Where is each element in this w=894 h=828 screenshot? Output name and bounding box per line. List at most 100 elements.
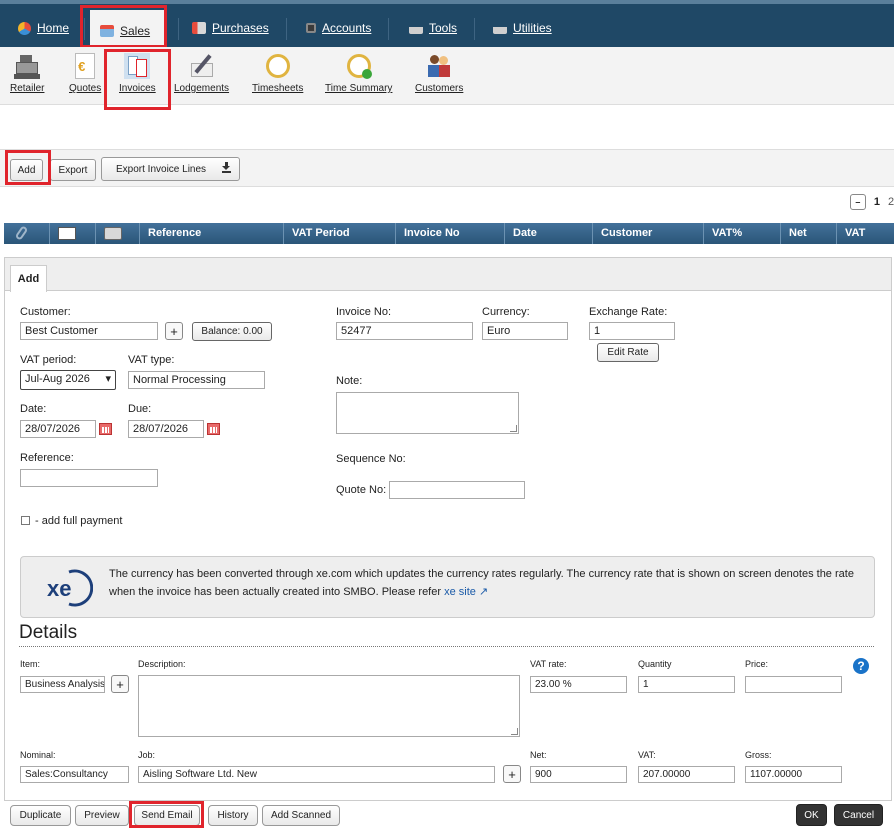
ribbon-invoices[interactable]: Invoices (119, 53, 156, 94)
add-job-button[interactable]: + (503, 765, 521, 783)
currency-input[interactable]: Euro (482, 322, 568, 340)
quantity-input[interactable]: 1 (638, 676, 735, 693)
vat-amount-input[interactable]: 207.00000 (638, 766, 735, 783)
collapse-button[interactable]: – (849, 194, 866, 210)
send-email-button[interactable]: Send Email (134, 805, 200, 826)
price-input[interactable] (745, 676, 842, 693)
ribbon-label: Customers (415, 83, 464, 94)
customer-input[interactable]: Best Customer (20, 322, 158, 340)
ribbon-quotes[interactable]: € Quotes (69, 53, 101, 94)
download-icon (222, 162, 231, 173)
invoice-grid-header: Reference VAT Period Invoice No Date Cus… (4, 223, 894, 244)
purchases-icon (192, 22, 206, 34)
nav-tab-label: Home (37, 21, 70, 35)
xe-site-link-label: xe site (444, 586, 476, 598)
item-input[interactable]: Business Analysis (20, 676, 105, 693)
ribbon-label: Retailer (10, 83, 45, 94)
full-payment-label: - add full payment (35, 515, 123, 527)
export-invoice-lines-button[interactable]: Export Invoice Lines (101, 157, 240, 181)
full-payment-checkbox[interactable] (21, 516, 30, 525)
customer-label: Customer: (20, 306, 71, 318)
sales-ribbon: Retailer € Quotes Invoices Lodgements Ti… (0, 47, 894, 105)
list-toolbar: Add Export Export Invoice Lines (0, 149, 894, 187)
nav-tab-accounts[interactable]: Accounts (296, 10, 381, 46)
cancel-button[interactable]: Cancel (834, 804, 883, 826)
clock-summary-icon (346, 53, 372, 79)
help-icon[interactable]: ? (853, 658, 869, 674)
description-textarea[interactable] (138, 675, 520, 737)
nav-tab-label: Utilities (513, 21, 552, 35)
attachment-column[interactable] (4, 223, 49, 244)
nav-tab-home[interactable]: Home (8, 10, 79, 46)
nav-tab-label: Sales (120, 23, 151, 38)
add-customer-button[interactable]: + (165, 322, 183, 340)
invoice-no-input[interactable]: 52477 (336, 322, 473, 340)
column-net[interactable]: Net (780, 223, 836, 244)
column-reference[interactable]: Reference (139, 223, 283, 244)
ribbon-customers[interactable]: Customers (415, 53, 463, 94)
clock-icon (265, 53, 291, 79)
column-invoice-no[interactable]: Invoice No (395, 223, 504, 244)
history-button[interactable]: History (208, 805, 258, 826)
edit-rate-button[interactable]: Edit Rate (597, 343, 659, 362)
net-input[interactable]: 900 (530, 766, 627, 783)
ribbon-label: Time Summary (325, 83, 393, 94)
price-label: Price: (745, 659, 769, 669)
column-customer[interactable]: Customer (592, 223, 703, 244)
nav-tab-purchases[interactable]: Purchases (182, 10, 279, 46)
sales-icon (100, 24, 114, 37)
vat-period-select[interactable]: Jul-Aug 2026 ▾ (20, 370, 116, 390)
column-vat[interactable]: VAT (836, 223, 894, 244)
email-column[interactable] (49, 223, 95, 244)
nominal-input[interactable]: Sales:Consultancy (20, 766, 129, 783)
export-button[interactable]: Export (50, 159, 96, 181)
date-label: Date: (20, 403, 47, 415)
add-item-button[interactable]: + (111, 675, 129, 693)
vat-type-input[interactable]: Normal Processing (128, 371, 265, 389)
ribbon-label: Timesheets (252, 83, 304, 94)
due-date-input[interactable]: 28/07/2026 (128, 420, 204, 438)
vat-rate-input[interactable]: 23.00 % (530, 676, 627, 693)
due-label: Due: (128, 403, 152, 415)
ribbon-lodgements[interactable]: Lodgements (174, 53, 229, 94)
paperclip-icon (14, 225, 29, 241)
invoice-no-label: Invoice No: (336, 306, 392, 318)
preview-button[interactable]: Preview (75, 805, 129, 826)
date-input[interactable]: 28/07/2026 (20, 420, 96, 438)
column-vat-percent[interactable]: VAT% (703, 223, 780, 244)
duplicate-button[interactable]: Duplicate (10, 805, 71, 826)
reference-input[interactable] (20, 469, 158, 487)
nav-tab-utilities[interactable]: Utilities (483, 10, 562, 46)
balance-button[interactable]: Balance: 0.00 (192, 322, 272, 341)
quote-no-label: Quote No: (336, 484, 387, 496)
column-vat-period[interactable]: VAT Period (283, 223, 395, 244)
xe-site-link[interactable]: xe site ↗ (444, 586, 488, 598)
gross-input[interactable]: 1107.00000 (745, 766, 842, 783)
page-next[interactable]: 2 (888, 196, 894, 208)
calendar-icon[interactable] (99, 423, 112, 435)
exchange-rate-input[interactable]: 1 (589, 322, 675, 340)
column-date[interactable]: Date (504, 223, 592, 244)
page-current[interactable]: 1 (874, 196, 880, 208)
ribbon-time-summary[interactable]: Time Summary (325, 53, 392, 94)
tab-add[interactable]: Add (10, 265, 47, 292)
ok-button[interactable]: OK (796, 804, 827, 826)
note-label: Note: (336, 375, 363, 387)
ribbon-retailer[interactable]: Retailer (10, 53, 44, 94)
calendar-icon[interactable] (207, 423, 220, 435)
envelope-icon (58, 227, 76, 240)
description-label: Description: (138, 659, 186, 669)
add-scanned-button[interactable]: Add Scanned (262, 805, 340, 826)
quote-no-input[interactable] (389, 481, 525, 499)
nav-tab-sales[interactable]: Sales (90, 10, 166, 51)
net-label: Net: (530, 750, 547, 760)
note-textarea[interactable] (336, 392, 519, 434)
details-heading: Details (19, 622, 78, 643)
job-input[interactable]: Aisling Software Ltd. New (138, 766, 495, 783)
printer-icon (104, 227, 122, 240)
nav-tab-tools[interactable]: Tools (399, 10, 467, 46)
home-icon (18, 21, 31, 35)
add-button[interactable]: Add (10, 159, 43, 181)
print-column[interactable] (95, 223, 139, 244)
ribbon-timesheets[interactable]: Timesheets (252, 53, 303, 94)
